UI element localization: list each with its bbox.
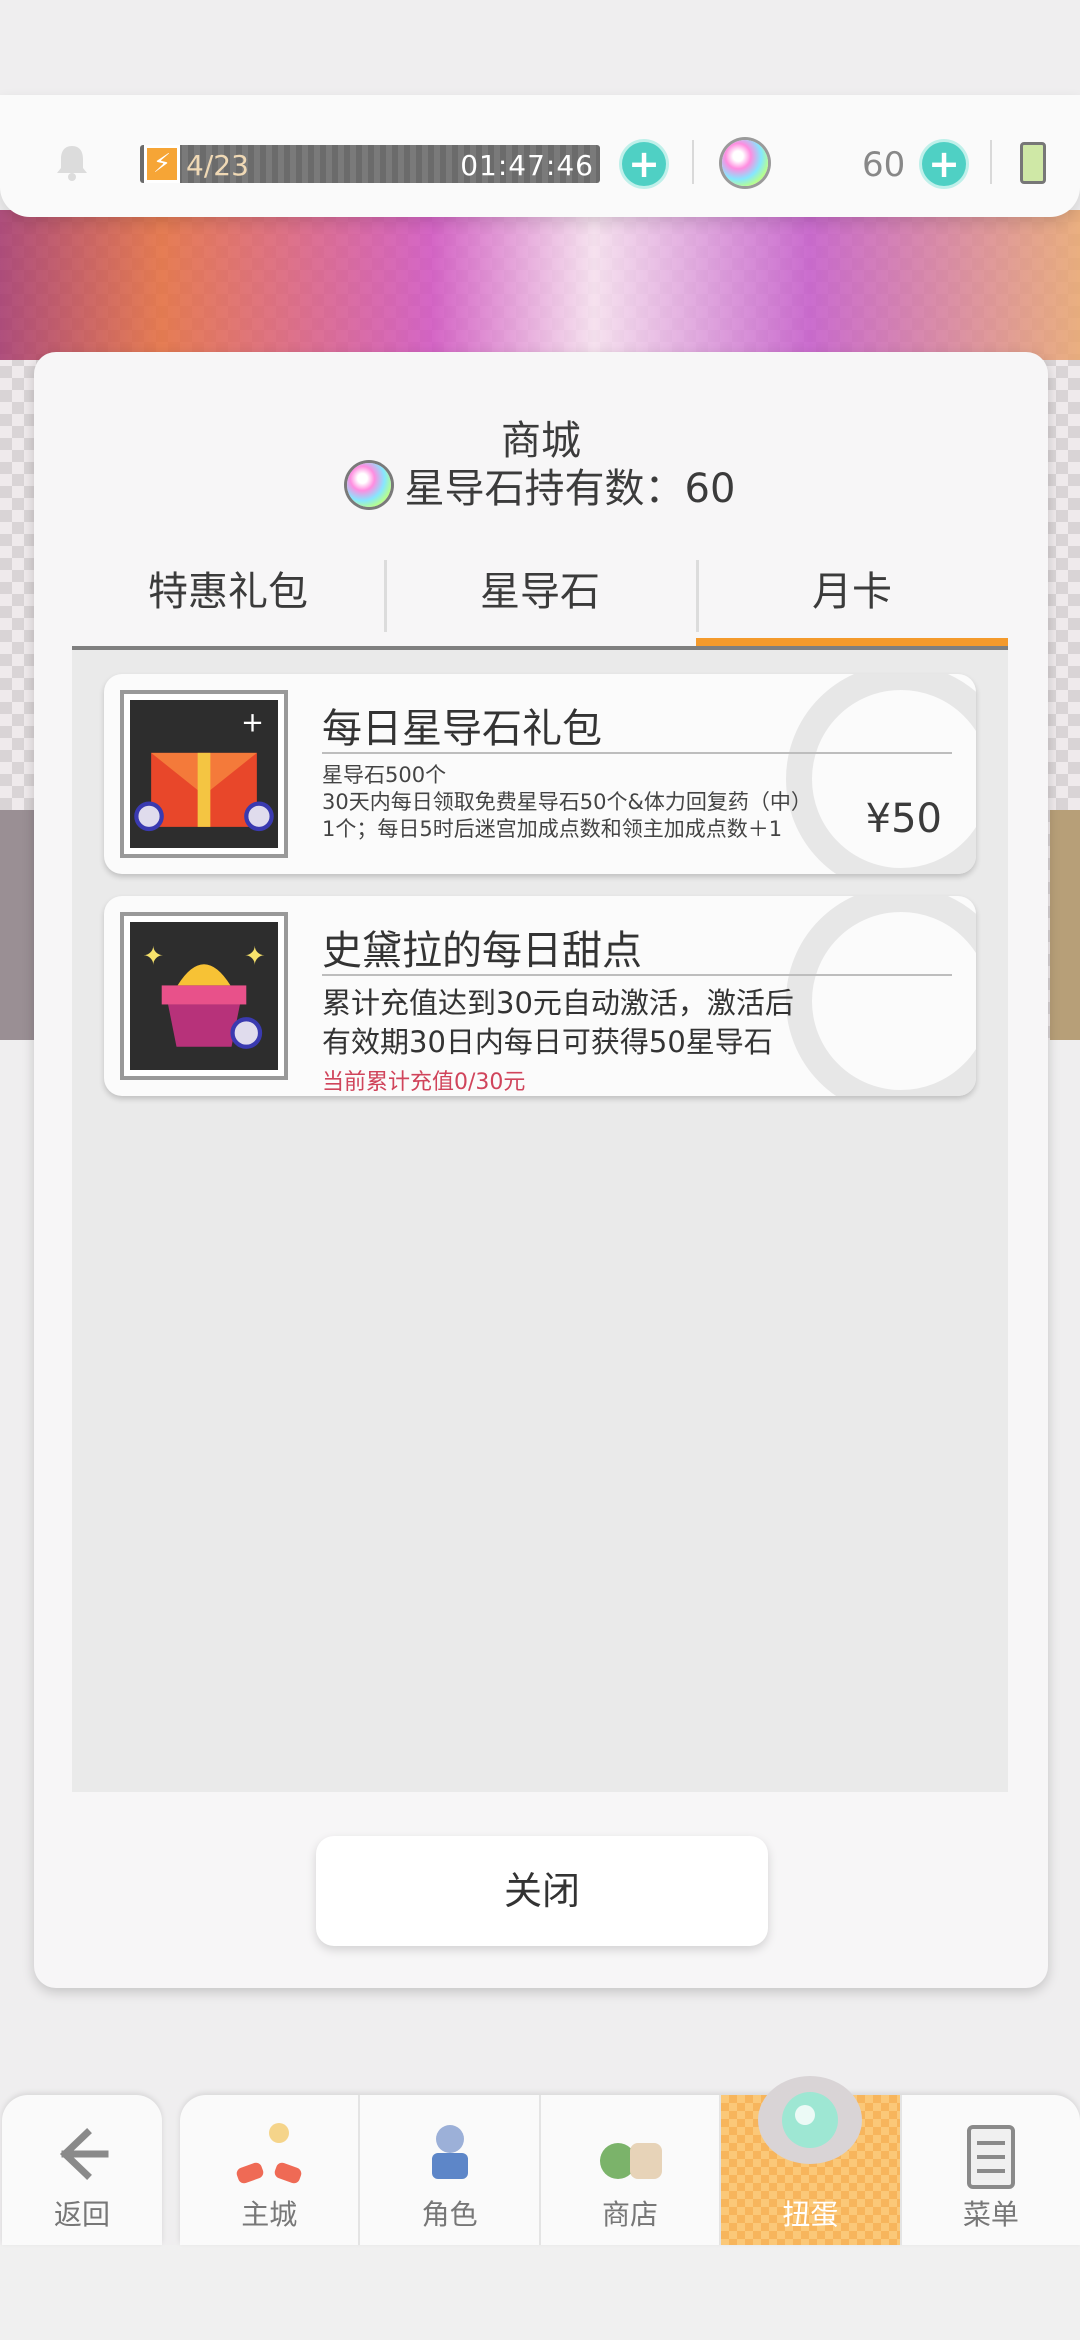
status-bar: ⚡ 4/23 01:47:46 + 60 + (0, 95, 1080, 217)
bottom-navigation: 返回 主城 角色 商店 扭蛋 菜单 (0, 2076, 1080, 2245)
tab-monthly-card[interactable]: 月卡 (696, 542, 1008, 650)
nav-label: 商店 (602, 2198, 659, 2231)
title-underline (322, 752, 952, 754)
nav-label: 菜单 (962, 2198, 1019, 2231)
product-price: ¥50 (865, 796, 942, 842)
nav-label: 主城 (241, 2198, 298, 2231)
product-title: 每日星导石礼包 (322, 706, 602, 752)
system-gesture-area (0, 2245, 1080, 2340)
stamina-value: 4/23 (186, 149, 249, 182)
back-button[interactable]: 返回 (2, 2095, 162, 2245)
svg-text:✦: ✦ (143, 940, 164, 970)
recharge-progress-note: 当前累计充值0/30元 (322, 1070, 526, 1095)
character-art (0, 210, 1080, 360)
gem-holdings: 星导石持有数：60 (34, 456, 1048, 514)
product-thumbnail: ✦ ✦ (120, 912, 288, 1080)
product-description: 累计充值达到30元自动激活，激活后 有效期30日内每日可获得50星导石 (322, 984, 922, 1062)
add-gem-button[interactable]: + (922, 142, 966, 186)
product-list: + 每日星导石礼包 星导石500个 30天内每日领取免费星导石50个&体力回复药… (72, 650, 1008, 1792)
menu-icon (966, 2125, 1015, 2189)
description-line: 有效期30日内每日可获得50星导石 (322, 1025, 773, 1059)
shop-dialog: 商城 星导石持有数：60 特惠礼包 星导石 月卡 + 每日星导石礼包 星导石50… (34, 352, 1048, 1988)
product-description: 星导石500个 30天内每日领取免费星导石50个&体力回复药（中） 1个；每日5… (322, 762, 842, 843)
stamina-bar: ⚡ 4/23 01:47:46 (140, 145, 600, 183)
nav-item-shop[interactable]: 商店 (538, 2095, 719, 2245)
dessert-icon: ✦ ✦ (130, 922, 278, 1070)
town-icon (236, 2123, 302, 2184)
battery-icon (1020, 142, 1046, 184)
svg-text:+: + (241, 707, 264, 739)
description-line: 累计充值达到30元自动激活，激活后 (322, 986, 794, 1020)
shop-tabs: 特惠礼包 星导石 月卡 (72, 542, 1008, 650)
gift-envelope-icon: + (130, 700, 278, 848)
title-underline (322, 974, 952, 976)
stamina-timer: 01:47:46 (460, 149, 594, 182)
product-card[interactable]: + 每日星导石礼包 星导石500个 30天内每日领取免费星导石50个&体力回复药… (104, 674, 976, 874)
product-title: 史黛拉的每日甜点 (322, 928, 642, 974)
nav-item-town[interactable]: 主城 (180, 2095, 358, 2245)
star-gem-icon (722, 140, 768, 186)
tab-star-gem[interactable]: 星导石 (384, 542, 696, 642)
add-stamina-button[interactable]: + (622, 142, 666, 186)
gem-count: 60 (862, 145, 906, 185)
nav-group: 主城 角色 商店 扭蛋 菜单 (180, 2076, 1080, 2245)
lightning-icon: ⚡ (144, 145, 180, 183)
back-label: 返回 (53, 2198, 110, 2231)
back-arrow-icon (59, 2128, 109, 2180)
gacha-icon (758, 2076, 863, 2164)
nav-item-menu[interactable]: 菜单 (899, 2095, 1080, 2245)
bell-icon[interactable] (50, 140, 94, 184)
star-gem-icon (346, 463, 391, 507)
close-button[interactable]: 关闭 (316, 1836, 768, 1946)
tab-special-pack[interactable]: 特惠礼包 (72, 542, 384, 642)
product-thumbnail: + (120, 690, 288, 858)
nav-item-gacha[interactable]: 扭蛋 (719, 2076, 900, 2245)
character-icon (431, 2125, 468, 2179)
product-card[interactable]: ✦ ✦ 史黛拉的每日甜点 累计充值达到30元自动激活，激活后 有效期30日内每日… (104, 896, 976, 1096)
nav-label: 扭蛋 (782, 2198, 839, 2231)
divider (990, 140, 992, 184)
nav-item-character[interactable]: 角色 (358, 2095, 538, 2245)
description-line: 星导石500个 (322, 763, 447, 787)
svg-text:✦: ✦ (244, 940, 265, 970)
divider (692, 140, 694, 184)
shop-icon (600, 2143, 663, 2179)
description-line: 30天内每日领取免费星导石50个&体力回复药（中） (322, 790, 812, 814)
right-art-edge (1050, 810, 1080, 1040)
nav-label: 角色 (421, 2198, 478, 2231)
description-line: 1个；每日5时后迷宫加成点数和领主加成点数＋1 (322, 817, 783, 841)
gem-holdings-label: 星导石持有数：60 (404, 466, 736, 512)
